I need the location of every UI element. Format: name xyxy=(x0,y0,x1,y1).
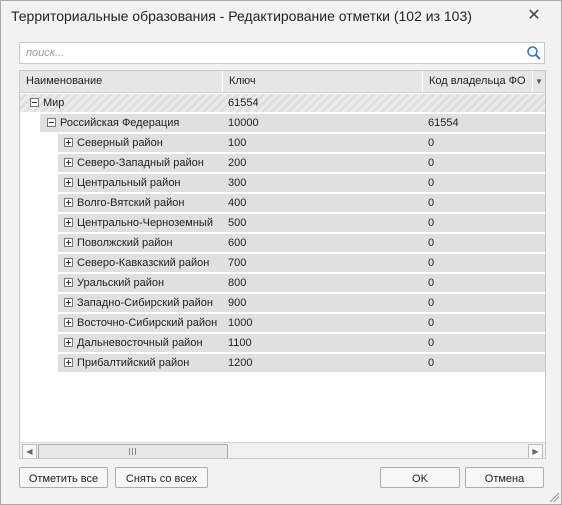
deselect-all-button[interactable]: Снять со всех xyxy=(115,467,208,488)
cell-name: Поволжский район xyxy=(77,237,173,249)
cell-key: 10000 xyxy=(228,117,259,129)
cell-name: Северо-Западный район xyxy=(77,157,204,169)
collapse-icon[interactable] xyxy=(47,118,56,127)
expand-icon[interactable] xyxy=(64,218,73,227)
grid-header: Наименование Ключ Код владельца ФО ▼ xyxy=(20,71,545,93)
search-icon[interactable] xyxy=(526,45,542,61)
expand-icon[interactable] xyxy=(64,278,73,287)
cell-owner: 0 xyxy=(428,277,435,289)
cell-key: 800 xyxy=(228,277,247,289)
table-row[interactable]: Центрально-Черноземный 500 0 xyxy=(20,213,545,233)
expand-icon[interactable] xyxy=(64,338,73,347)
cell-owner: 0 xyxy=(428,177,435,189)
table-row[interactable]: Северо-Кавказский район 700 0 xyxy=(20,253,545,273)
table-row[interactable]: Восточно-Сибирский район 1000 0 xyxy=(20,313,545,333)
cell-name: Российская Федерация xyxy=(60,117,180,129)
expand-icon[interactable] xyxy=(64,258,73,267)
table-row[interactable]: Волго-Вятский район 400 0 xyxy=(20,193,545,213)
collapse-icon[interactable] xyxy=(30,98,39,107)
cell-name: Северный район xyxy=(77,137,163,149)
search-box xyxy=(19,42,545,64)
expand-icon[interactable] xyxy=(64,318,73,327)
table-row[interactable]: Поволжский район 600 0 xyxy=(20,233,545,253)
cell-key: 500 xyxy=(228,217,247,229)
cell-key: 1000 xyxy=(228,317,253,329)
table-row[interactable]: Западно-Сибирский район 900 0 xyxy=(20,293,545,313)
arrow-left-icon[interactable]: ◀ xyxy=(22,444,37,458)
search-input[interactable] xyxy=(26,45,516,61)
cell-name: Центральный район xyxy=(77,177,181,189)
cell-name: Волго-Вятский район xyxy=(77,197,185,209)
cell-key: 100 xyxy=(228,137,247,149)
expand-icon[interactable] xyxy=(64,158,73,167)
cell-owner: 0 xyxy=(428,337,435,349)
chevron-down-icon[interactable]: ▼ xyxy=(533,71,545,92)
table-row[interactable]: Северный район 100 0 xyxy=(20,133,545,153)
tree-grid: Наименование Ключ Код владельца ФО ▼ Мир… xyxy=(19,70,546,459)
table-row[interactable]: Прибалтийский район 1200 0 xyxy=(20,353,545,373)
scrollbar-thumb[interactable] xyxy=(38,444,228,458)
table-row[interactable]: Уральский район 800 0 xyxy=(20,273,545,293)
cell-key: 300 xyxy=(228,177,247,189)
column-header-key[interactable]: Ключ xyxy=(223,71,423,92)
cell-key: 1200 xyxy=(228,357,253,369)
cell-owner: 0 xyxy=(428,217,435,229)
close-icon[interactable]: ✕ xyxy=(523,5,545,27)
column-header-name[interactable]: Наименование xyxy=(20,71,223,92)
cell-owner xyxy=(428,96,538,110)
expand-icon[interactable] xyxy=(64,198,73,207)
title-bar[interactable]: Территориальные образования - Редактиров… xyxy=(1,1,561,33)
table-row[interactable]: Северо-Западный район 200 0 xyxy=(20,153,545,173)
table-row[interactable]: Российская Федерация 10000 61554 xyxy=(20,113,545,133)
table-row[interactable]: Центральный район 300 0 xyxy=(20,173,545,193)
cell-key: 900 xyxy=(228,297,247,309)
table-row[interactable]: Дальневосточный район 1100 0 xyxy=(20,333,545,353)
dialog-title: Территориальные образования - Редактиров… xyxy=(11,8,472,24)
horizontal-scrollbar[interactable]: ◀ ▶ xyxy=(20,442,545,458)
arrow-right-icon[interactable]: ▶ xyxy=(528,444,543,458)
cell-owner: 0 xyxy=(428,157,435,169)
cell-name: Мир xyxy=(43,97,65,109)
column-header-owner[interactable]: Код владельца ФО xyxy=(423,71,533,92)
cell-owner: 0 xyxy=(428,257,435,269)
cell-name: Дальневосточный район xyxy=(77,337,203,349)
expand-icon[interactable] xyxy=(64,138,73,147)
cell-owner: 0 xyxy=(428,237,435,249)
cell-name: Западно-Сибирский район xyxy=(77,297,213,309)
cell-owner: 0 xyxy=(428,197,435,209)
cell-name: Прибалтийский район xyxy=(77,357,190,369)
cell-owner: 0 xyxy=(428,137,435,149)
ok-button[interactable]: OK xyxy=(380,467,460,488)
expand-icon[interactable] xyxy=(64,298,73,307)
select-all-button[interactable]: Отметить все xyxy=(19,467,108,488)
cell-name: Уральский район xyxy=(77,277,165,289)
cell-owner: 61554 xyxy=(428,117,459,129)
cell-key: 61554 xyxy=(228,97,259,109)
expand-icon[interactable] xyxy=(64,178,73,187)
dialog-window: Территориальные образования - Редактиров… xyxy=(0,0,562,505)
expand-icon[interactable] xyxy=(64,358,73,367)
cell-name: Восточно-Сибирский район xyxy=(77,317,218,329)
cell-key: 600 xyxy=(228,237,247,249)
expand-icon[interactable] xyxy=(64,238,73,247)
cell-key: 1100 xyxy=(228,337,252,349)
cell-owner: 0 xyxy=(428,297,435,309)
cell-owner: 0 xyxy=(428,357,435,369)
cell-name: Центрально-Черноземный xyxy=(77,217,213,229)
cell-name: Северо-Кавказский район xyxy=(77,257,210,269)
resize-grip-icon[interactable] xyxy=(547,490,559,502)
grip-icon xyxy=(129,448,138,455)
cell-key: 400 xyxy=(228,197,247,209)
cell-owner: 0 xyxy=(428,317,435,329)
cell-key: 700 xyxy=(228,257,247,269)
cancel-button[interactable]: Отмена xyxy=(465,467,544,488)
cell-key: 200 xyxy=(228,157,247,169)
table-row[interactable]: Мир 61554 xyxy=(20,93,545,113)
